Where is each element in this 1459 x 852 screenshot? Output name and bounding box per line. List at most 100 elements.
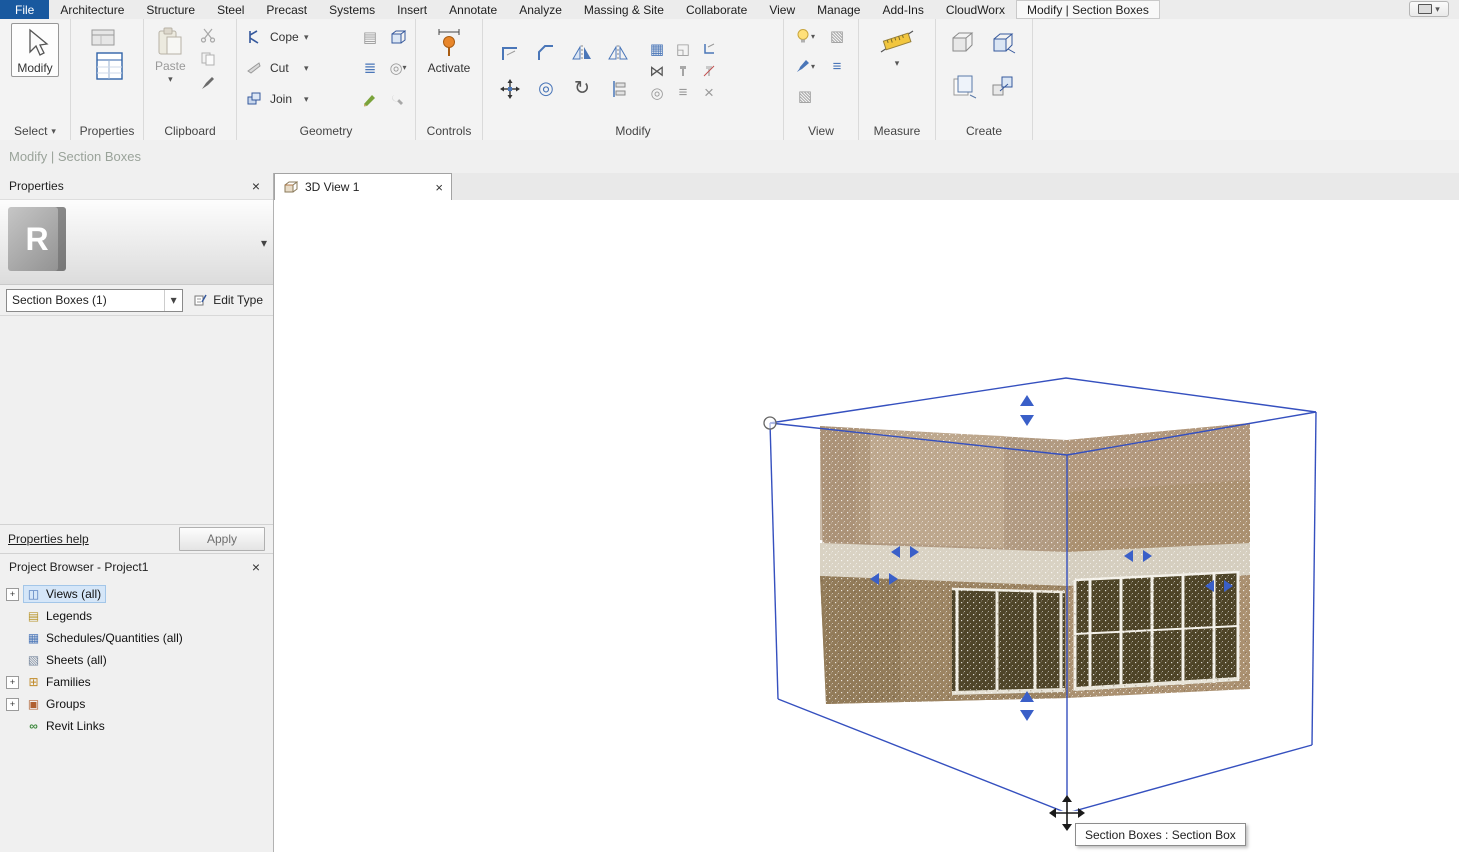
tab-collaborate[interactable]: Collaborate (675, 0, 758, 19)
apply-button[interactable]: Apply (179, 527, 265, 551)
tab-architecture[interactable]: Architecture (49, 0, 135, 19)
point-cloud-left-face (820, 426, 1067, 704)
tab-cloudworx[interactable]: CloudWorx (935, 0, 1016, 19)
copy-to-clipboard-button[interactable] (196, 47, 220, 71)
chevron-down-icon[interactable]: ▾ (261, 236, 267, 250)
create-assembly-button[interactable] (946, 25, 982, 61)
tab-manage[interactable]: Manage (806, 0, 871, 19)
ribbon-empty-space (1033, 19, 1459, 140)
offset-tool-button[interactable]: ◎ (645, 81, 669, 105)
pin-button[interactable] (671, 59, 695, 83)
measure-button[interactable]: ▾ (873, 23, 921, 69)
type-preview-dropdown[interactable]: R ▾ (0, 199, 273, 285)
solid-box-button[interactable] (386, 25, 410, 49)
tab-view[interactable]: View (758, 0, 806, 19)
type-selector-combobox[interactable]: Section Boxes (1) ▾ (6, 289, 183, 312)
mirror-pick-axis-button[interactable] (570, 41, 594, 65)
point-cloud-right-face (1067, 423, 1250, 698)
expand-plus-icon[interactable]: + (6, 588, 19, 601)
pin-icon (676, 64, 690, 78)
create-similar-button[interactable] (986, 69, 1022, 105)
tree-item-revit-links[interactable]: ∞ Revit Links (0, 715, 273, 737)
profile-circles-button[interactable]: ◎ ▾ (386, 56, 410, 80)
close-project-browser-icon[interactable]: × (248, 559, 264, 575)
corner-rotate-handle[interactable] (764, 417, 776, 429)
tab-steel[interactable]: Steel (206, 0, 255, 19)
chevron-down-icon[interactable]: ▾ (304, 95, 309, 103)
unpin-button[interactable] (697, 59, 721, 83)
tab-file[interactable]: File (0, 0, 49, 19)
scale-button[interactable]: ◱ (671, 37, 695, 61)
properties-palette-button[interactable] (83, 23, 131, 87)
activate-button[interactable]: Activate (422, 23, 477, 77)
tab-analyze[interactable]: Analyze (508, 0, 573, 19)
view-tab-3d-view-1[interactable]: 3D View 1 × (274, 173, 452, 200)
revit-links-icon: ∞ (26, 719, 41, 733)
offset-gray-icon: ◎ (650, 84, 663, 102)
match-type-button[interactable] (196, 71, 220, 95)
create-group-button[interactable] (946, 69, 982, 105)
ribbon-display-toggle[interactable]: ▾ (1409, 1, 1449, 17)
chevron-down-icon[interactable]: ▾ (164, 290, 182, 311)
cope-label[interactable]: Cope (270, 30, 300, 44)
project-browser-tree: + ◫ Views (all) ▤ Legends ▦ Schedules/Qu… (0, 580, 273, 737)
hide-element-button[interactable]: ▧ (825, 24, 849, 48)
create-parts-button[interactable] (986, 25, 1022, 61)
mirror-draw-axis-button[interactable] (606, 41, 630, 65)
copy-offset-button[interactable]: ◎ (534, 77, 558, 101)
cope-button[interactable] (242, 25, 266, 49)
tree-item-schedules[interactable]: ▦ Schedules/Quantities (all) (0, 627, 273, 649)
split-button[interactable]: ⋈ (645, 59, 669, 83)
tree-item-views[interactable]: + ◫ Views (all) (0, 583, 273, 605)
expand-plus-icon[interactable]: + (6, 676, 19, 689)
move-button[interactable] (498, 77, 522, 101)
tab-annotate[interactable]: Annotate (438, 0, 508, 19)
join-label[interactable]: Join (270, 92, 300, 106)
chevron-down-icon[interactable]: ▾ (304, 64, 309, 72)
properties-help-link[interactable]: Properties help (8, 532, 89, 546)
layers-button[interactable]: ≣ (358, 56, 382, 80)
modify-tool-button[interactable]: Modify (11, 23, 58, 77)
wall-sweep-button[interactable]: ▤ (358, 25, 382, 49)
paste-button[interactable]: Paste ▾ (149, 23, 192, 85)
trim-button[interactable] (697, 37, 721, 61)
paintbrush-icon (795, 58, 811, 74)
panel-select-label[interactable]: Select ▾ (0, 122, 70, 140)
tree-item-legends[interactable]: ▤ Legends (0, 605, 273, 627)
cut-geometry-button[interactable] (242, 56, 266, 80)
tree-item-sheets[interactable]: ▧ Sheets (all) (0, 649, 273, 671)
cut-to-clipboard-button[interactable] (196, 23, 220, 47)
close-view-icon[interactable]: × (435, 180, 443, 195)
tree-item-groups[interactable]: + ▣ Groups (0, 693, 273, 715)
linework-button[interactable]: ≡ (671, 81, 695, 105)
edit-type-button[interactable]: Edit Type (190, 289, 267, 311)
chevron-down-icon[interactable]: ▾ (304, 33, 309, 41)
tab-modify-section-boxes[interactable]: Modify | Section Boxes (1016, 0, 1160, 19)
tab-massing-site[interactable]: Massing & Site (573, 0, 675, 19)
tab-structure[interactable]: Structure (135, 0, 206, 19)
expand-plus-icon[interactable]: + (6, 698, 19, 711)
wrench-button[interactable] (386, 87, 410, 111)
temporary-hide-isolate-button[interactable]: ▾ (793, 24, 817, 48)
cut-label[interactable]: Cut (270, 61, 300, 75)
tree-item-families[interactable]: + ⊞ Families (0, 671, 273, 693)
lines-icon: ≡ (679, 84, 688, 101)
align-button[interactable] (606, 77, 630, 101)
rotate-button[interactable]: ↻ (570, 77, 594, 101)
join-button[interactable] (242, 87, 266, 111)
linework-view-button[interactable]: ≡ (825, 54, 849, 78)
delete-button[interactable]: × (697, 81, 721, 105)
tab-insert[interactable]: Insert (386, 0, 438, 19)
tab-systems[interactable]: Systems (318, 0, 386, 19)
drawing-area[interactable] (274, 200, 1459, 852)
tab-precast[interactable]: Precast (255, 0, 318, 19)
override-graphics-button[interactable]: ▾ (793, 54, 817, 78)
tab-add-ins[interactable]: Add-Ins (871, 0, 934, 19)
close-properties-icon[interactable]: × (248, 178, 264, 194)
linework-pencil-button[interactable] (358, 87, 382, 111)
panel-measure-label: Measure (859, 122, 935, 140)
displace-elements-button[interactable]: ▧ (793, 84, 817, 108)
array-button[interactable]: ▦ (645, 37, 669, 61)
chamfer-button[interactable] (534, 41, 558, 65)
align-corner-button[interactable] (498, 41, 522, 65)
